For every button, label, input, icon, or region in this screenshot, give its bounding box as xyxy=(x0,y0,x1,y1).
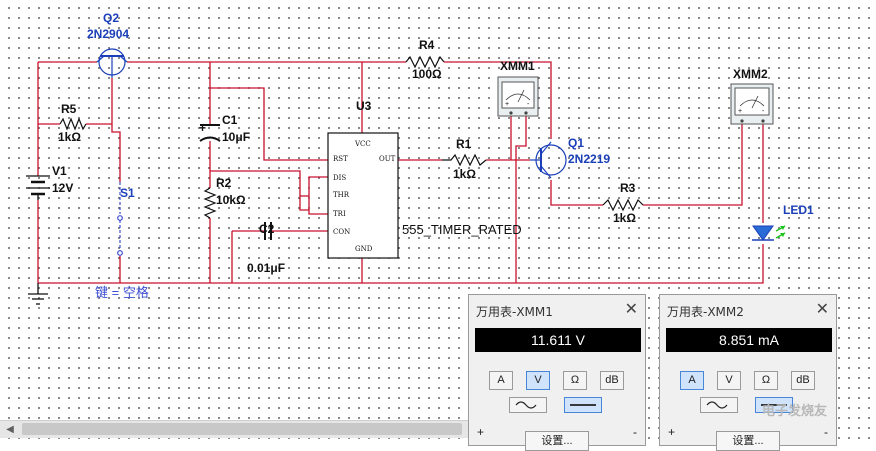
xmm2-mode-amps-button[interactable]: A xyxy=(680,371,704,390)
close-icon[interactable]: ✕ xyxy=(625,299,638,319)
c1-polarity: + xyxy=(199,121,206,135)
xmm1-multimeter-icon[interactable]: + - xyxy=(497,76,539,117)
q2-ref: Q2 xyxy=(103,11,119,25)
u3-pin-rst: RST xyxy=(333,155,348,163)
xmm1-mode-ohms-button[interactable]: Ω xyxy=(563,371,587,390)
multimeter-xmm1-window[interactable]: 万用表-XMM1 ✕ 11.611 V A V Ω dB + - 设置... xyxy=(468,294,646,451)
v1-ref: V1 xyxy=(52,164,67,178)
xmm1-mode-amps-button[interactable]: A xyxy=(489,371,513,390)
xmm1-settings-button[interactable]: 设置... xyxy=(525,431,589,451)
xmm1-ref: XMM1 xyxy=(500,59,535,73)
r3-resistor[interactable] xyxy=(602,198,644,212)
xmm2-reading-display: 8.851 mA xyxy=(666,328,832,352)
xmm2-mode-db-button[interactable]: dB xyxy=(791,371,815,390)
ground-symbol xyxy=(28,283,48,305)
v1-battery[interactable] xyxy=(26,175,50,200)
r5-resistor[interactable] xyxy=(59,117,87,131)
u3-pin-con: CON xyxy=(333,228,350,236)
xmm2-mode-volts-button[interactable]: V xyxy=(717,371,741,390)
xmm2-mode-ohms-button[interactable]: Ω xyxy=(754,371,778,390)
xmm1-dc-button[interactable] xyxy=(564,397,602,413)
xmm2-plus-terminal: + xyxy=(668,425,676,439)
v1-value: 12V xyxy=(52,181,73,195)
c2-ref: C2 xyxy=(259,222,275,236)
svg-text:+: + xyxy=(738,108,742,115)
q1-transistor[interactable] xyxy=(530,141,567,179)
u3-555-timer[interactable]: VCC RST OUT DIS THR TRI CON GND xyxy=(327,132,399,259)
close-icon[interactable]: ✕ xyxy=(816,299,829,319)
r5-ref: R5 xyxy=(61,102,77,116)
xmm1-reading-display: 11.611 V xyxy=(475,328,641,352)
u3-ref: U3 xyxy=(356,99,372,113)
r2-ref: R2 xyxy=(216,176,232,190)
u3-pin-tri: TRI xyxy=(333,210,346,218)
r5-value: 1kΩ xyxy=(58,130,81,144)
r2-value: 10kΩ xyxy=(216,193,246,207)
xmm2-ac-button[interactable] xyxy=(700,397,738,413)
xmm1-minus-terminal: - xyxy=(633,425,637,439)
ac-wave-icon xyxy=(515,401,537,409)
r2-resistor[interactable] xyxy=(203,187,217,219)
r1-value: 1kΩ xyxy=(453,167,476,181)
xmm2-settings-button[interactable]: 设置... xyxy=(716,431,780,451)
s1-ref: S1 xyxy=(120,186,135,200)
c1-value: 10μF xyxy=(222,130,250,144)
led1-ref: LED1 xyxy=(783,203,814,217)
xmm2-window-title: 万用表-XMM2 xyxy=(667,305,744,319)
u3-pin-out: OUT xyxy=(379,155,396,163)
scrollbar-thumb[interactable] xyxy=(22,423,462,435)
u3-pin-gnd: GND xyxy=(355,245,373,253)
c2-value: 0.01μF xyxy=(247,261,285,275)
xmm2-minus-terminal: - xyxy=(824,425,828,439)
r4-ref: R4 xyxy=(419,38,435,52)
u3-pin-vcc: VCC xyxy=(354,140,371,148)
watermark-logo: 电子发烧友 xyxy=(762,404,828,419)
u3-pin-thr: THR xyxy=(333,191,350,199)
xmm1-ac-button[interactable] xyxy=(509,397,547,413)
q2-transistor[interactable] xyxy=(96,48,128,78)
s1-key-hint: 键 = 空格 xyxy=(95,285,149,300)
scroll-left-arrow[interactable]: ◀ xyxy=(2,421,18,438)
dc-line-icon xyxy=(570,404,596,406)
horizontal-scrollbar[interactable]: ◀ xyxy=(0,420,470,438)
xmm1-window-title: 万用表-XMM1 xyxy=(476,305,553,319)
r4-resistor[interactable] xyxy=(405,55,445,69)
xmm2-multimeter-icon[interactable]: + - xyxy=(730,83,774,125)
r3-ref: R3 xyxy=(620,181,636,195)
q1-ref: Q1 xyxy=(568,136,584,150)
r3-value: 1kΩ xyxy=(613,211,636,225)
xmm2-ref: XMM2 xyxy=(733,67,768,81)
xmm1-plus-terminal: + xyxy=(477,425,485,439)
xmm1-mode-volts-button[interactable]: V xyxy=(526,371,550,390)
q1-model: 2N2219 xyxy=(568,152,610,166)
led1-diode[interactable] xyxy=(752,225,786,241)
r1-resistor[interactable] xyxy=(442,153,487,167)
q2-model: 2N2904 xyxy=(87,27,129,41)
multimeter-xmm2-window[interactable]: 万用表-XMM2 ✕ 8.851 mA A V Ω dB + - 设置... xyxy=(659,294,837,451)
xmm1-mode-db-button[interactable]: dB xyxy=(600,371,624,390)
r4-value: 100Ω xyxy=(412,67,442,81)
ac-wave-icon xyxy=(706,401,728,409)
u3-model: 555_TIMER_RATED xyxy=(402,222,522,237)
svg-text:+: + xyxy=(505,101,509,108)
u3-pin-dis: DIS xyxy=(333,174,346,182)
c1-ref: C1 xyxy=(222,113,238,127)
r1-ref: R1 xyxy=(456,137,472,151)
